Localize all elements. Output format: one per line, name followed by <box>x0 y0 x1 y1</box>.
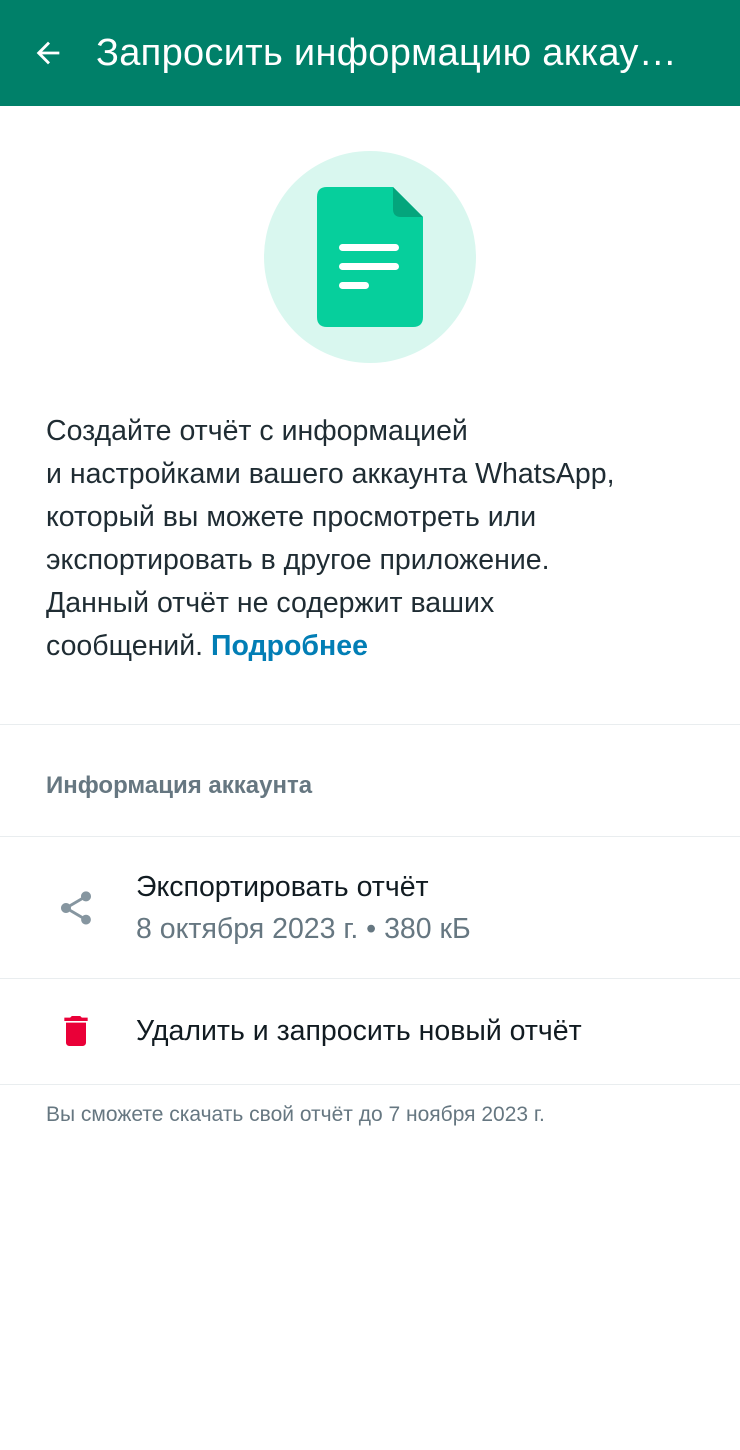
trash-icon <box>64 1016 88 1046</box>
export-report-row[interactable]: Экспортировать отчёт 8 октября 2023 г. •… <box>0 837 740 978</box>
export-report-subtitle: 8 октября 2023 г. • 380 кБ <box>136 913 471 945</box>
section-header: Информация аккаунта <box>46 772 313 799</box>
description-line: который вы можете просмотреть или <box>46 501 537 533</box>
arrow-back-icon <box>36 41 60 65</box>
expiry-note: Вы сможете скачать свой отчёт до 7 ноябр… <box>46 1103 545 1126</box>
share-icon <box>61 891 91 925</box>
document-icon <box>317 187 423 327</box>
divider <box>0 724 740 725</box>
app-bar: Запросить информацию аккау… <box>0 0 740 106</box>
description-line: Создайте отчёт с информацией <box>46 415 468 447</box>
learn-more-link[interactable]: Подробнее <box>211 630 368 662</box>
back-button[interactable] <box>0 0 96 106</box>
page-title: Запросить информацию аккау… <box>96 31 677 74</box>
description-line: сообщений. <box>46 630 204 662</box>
description-text: Создайте отчёт с информацией и настройка… <box>46 410 706 668</box>
share-icon-wrap <box>50 882 102 934</box>
description-line: Данный отчёт не содержит ваших <box>46 587 495 619</box>
trash-icon-wrap <box>50 1005 102 1057</box>
description-line: и настройками вашего аккаунта WhatsApp, <box>46 458 615 490</box>
hero-illustration <box>264 151 476 363</box>
delete-report-title: Удалить и запросить новый отчёт <box>136 1015 582 1047</box>
divider <box>0 1084 740 1085</box>
description-line: экспортировать в другое приложение. <box>46 544 550 576</box>
export-report-title: Экспортировать отчёт <box>136 871 429 903</box>
delete-report-row[interactable]: Удалить и запросить новый отчёт <box>0 979 740 1084</box>
